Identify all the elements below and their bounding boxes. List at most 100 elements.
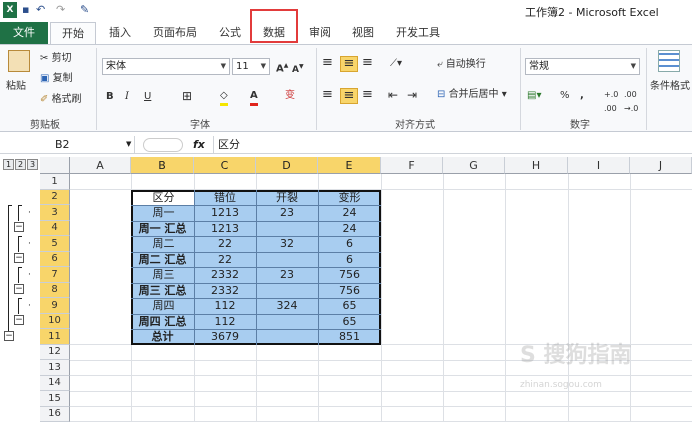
orientation-icon[interactable]: ⟋▾ <box>390 57 402 71</box>
row-header-1[interactable]: 1 <box>40 174 70 190</box>
italic-button[interactable]: I <box>125 90 129 104</box>
table-cell[interactable]: 24 <box>318 205 381 221</box>
table-cell[interactable]: 周三 汇总 <box>131 283 194 298</box>
copy-button[interactable]: ▣ 复制 <box>40 72 73 86</box>
tab-view[interactable]: 视图 <box>345 22 381 44</box>
name-box[interactable]: B2 <box>0 136 135 153</box>
row-header-5[interactable]: 5 <box>40 236 70 252</box>
customize-icon[interactable]: ✎ <box>80 2 89 18</box>
decrease-indent-icon[interactable]: ⇤ <box>388 88 398 102</box>
tab-file[interactable]: 文件 <box>0 22 48 44</box>
comma-button[interactable]: , <box>580 89 584 103</box>
fx-icon[interactable]: fx <box>193 136 205 153</box>
table-cell[interactable]: 851 <box>318 329 381 345</box>
shrink-font-button[interactable]: A▼ <box>292 60 304 77</box>
outline-level-3-button[interactable]: 3 <box>27 159 38 170</box>
wrap-text-button[interactable]: ⤶ 自动换行 <box>437 58 486 72</box>
table-cell[interactable]: 6 <box>318 236 381 252</box>
select-all-corner[interactable] <box>40 157 70 174</box>
column-header-c[interactable]: C <box>194 157 256 174</box>
table-cell[interactable]: 周四 <box>133 298 194 314</box>
row-header-10[interactable]: 10 <box>40 314 70 329</box>
row-header-15[interactable]: 15 <box>40 391 70 407</box>
merge-center-button[interactable]: ⊟ 合并后居中 ▾ <box>437 88 507 102</box>
align-middle-icon[interactable]: ≡ <box>340 56 358 72</box>
row-header-16[interactable]: 16 <box>40 407 70 422</box>
collapse-group-button[interactable]: − <box>14 315 24 325</box>
increase-indent-icon[interactable]: ⇥ <box>407 88 417 102</box>
collapse-group-button[interactable]: − <box>14 253 24 263</box>
conditional-format-button[interactable]: 条件格式 <box>650 80 690 94</box>
collapse-level-1-button[interactable]: − <box>4 331 14 341</box>
table-cell[interactable]: 756 <box>318 267 381 283</box>
bold-button[interactable]: B <box>106 90 114 104</box>
table-cell[interactable]: 1213 <box>194 221 256 236</box>
formula-bar-expand[interactable] <box>143 138 183 152</box>
table-cell[interactable]: 756 <box>318 283 381 298</box>
column-header-b[interactable]: B <box>131 157 194 174</box>
undo-icon[interactable]: ↶ <box>36 2 45 18</box>
table-cell[interactable]: 22 <box>194 252 256 267</box>
underline-button[interactable]: U <box>144 90 151 104</box>
tab-page-layout[interactable]: 页面布局 <box>145 22 205 44</box>
row-header-14[interactable]: 14 <box>40 376 70 391</box>
table-cell[interactable]: 112 <box>194 314 256 329</box>
table-cell[interactable]: 6 <box>318 252 381 267</box>
tab-review[interactable]: 审阅 <box>302 22 338 44</box>
align-bottom-icon[interactable]: ≡ <box>362 56 373 70</box>
font-name-select[interactable]: 宋体 ▼ <box>102 58 230 75</box>
row-header-6[interactable]: 6 <box>40 252 70 267</box>
align-center-icon[interactable]: ≡ <box>340 88 358 104</box>
table-cell[interactable]: 32 <box>256 236 318 252</box>
table-cell[interactable]: 周一 汇总 <box>131 221 194 236</box>
column-header-d[interactable]: D <box>256 157 318 174</box>
table-cell[interactable]: 2332 <box>194 267 256 283</box>
table-cell[interactable]: 周二 <box>133 236 194 252</box>
table-cell[interactable]: 65 <box>318 298 381 314</box>
paste-icon[interactable] <box>8 50 30 72</box>
table-cell[interactable]: 2332 <box>194 283 256 298</box>
outline-level-2-button[interactable]: 2 <box>15 159 26 170</box>
table-cell[interactable]: 周三 <box>133 267 194 283</box>
table-cell[interactable]: 22 <box>194 236 256 252</box>
format-painter-button[interactable]: ✐ 格式刷 <box>40 93 82 107</box>
chevron-down-icon[interactable]: ▼ <box>126 136 131 153</box>
grow-font-button[interactable]: A▲ <box>276 59 288 76</box>
font-color-button[interactable]: A <box>250 89 258 106</box>
column-header-j[interactable]: J <box>630 157 692 174</box>
row-header-11[interactable]: 11 <box>40 329 70 345</box>
font-size-select[interactable]: 11 ▼ <box>232 58 270 75</box>
formula-input[interactable]: 区分 <box>213 136 692 153</box>
table-cell[interactable]: 23 <box>256 267 318 283</box>
column-header-e[interactable]: E <box>318 157 381 174</box>
table-cell[interactable]: 112 <box>194 298 256 314</box>
decrease-decimal-icon[interactable]: .00 →.0 <box>624 88 638 116</box>
align-left-icon[interactable]: ≡ <box>322 88 333 102</box>
column-header-f[interactable]: F <box>381 157 443 174</box>
table-cell[interactable]: 总计 <box>131 329 194 345</box>
tab-formulas[interactable]: 公式 <box>210 22 250 44</box>
column-header-a[interactable]: A <box>70 157 131 174</box>
percent-button[interactable]: % <box>560 89 570 103</box>
column-header-h[interactable]: H <box>505 157 568 174</box>
table-cell[interactable]: 周四 汇总 <box>131 314 194 329</box>
increase-decimal-icon[interactable]: +.0.00 <box>604 88 618 116</box>
table-header-cell[interactable]: 区分 <box>133 190 194 205</box>
column-header-g[interactable]: G <box>443 157 505 174</box>
save-icon[interactable]: ▪ <box>22 2 29 18</box>
table-header-cell[interactable]: 变形 <box>318 190 381 205</box>
row-header-9[interactable]: 9 <box>40 298 70 314</box>
row-header-4[interactable]: 4 <box>40 221 70 236</box>
conditional-format-icon[interactable] <box>658 50 680 72</box>
table-cell[interactable]: 324 <box>256 298 318 314</box>
table-cell[interactable]: 24 <box>318 221 381 236</box>
table-cell[interactable]: 65 <box>318 314 381 329</box>
row-header-3[interactable]: 3 <box>40 205 70 221</box>
tab-insert[interactable]: 插入 <box>100 22 140 44</box>
row-header-8[interactable]: 8 <box>40 283 70 298</box>
row-header-12[interactable]: 12 <box>40 345 70 360</box>
align-top-icon[interactable]: ≡ <box>322 56 333 70</box>
paste-button[interactable]: 粘贴 <box>6 80 26 94</box>
column-header-i[interactable]: I <box>568 157 630 174</box>
tab-home[interactable]: 开始 <box>50 22 96 45</box>
